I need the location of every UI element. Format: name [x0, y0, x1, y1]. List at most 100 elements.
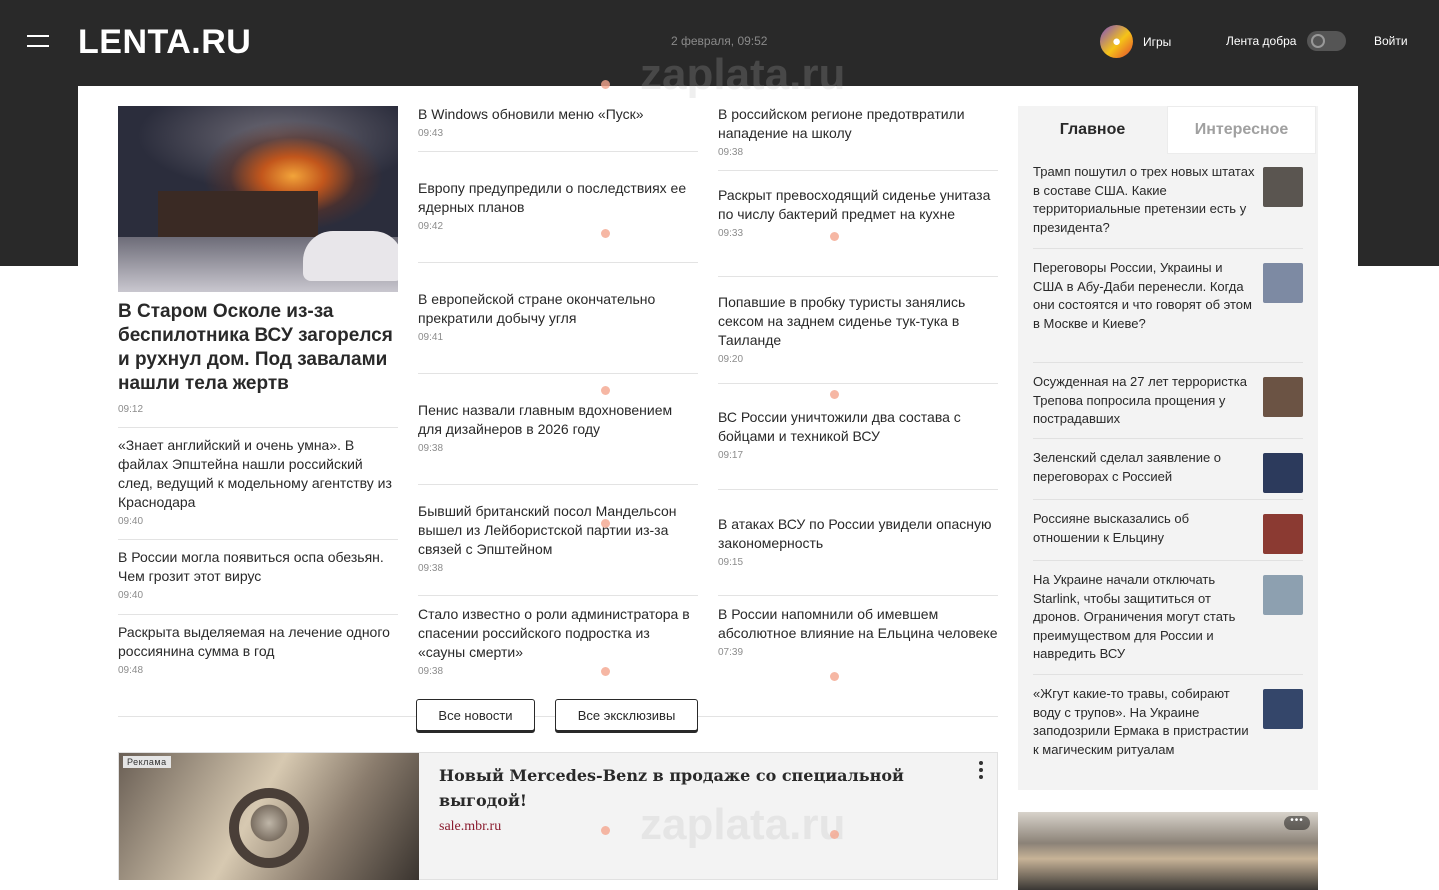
sidebar-item[interactable]: На Украине начали отключать Starlink, чт…: [1033, 560, 1303, 674]
lead-story-time: 09:12: [118, 404, 144, 415]
tab-main[interactable]: Главное: [1018, 106, 1167, 154]
site-logo[interactable]: LENTA.RU: [78, 23, 251, 62]
sidebar-tabs: Главное Интересное: [1018, 106, 1318, 154]
news-time: 09:20: [718, 354, 744, 365]
ad-image[interactable]: Реклама: [119, 753, 419, 880]
more-options-icon[interactable]: •••: [1284, 816, 1310, 830]
divider: [418, 595, 698, 596]
sidebar-item[interactable]: Трамп пошутил о трех новых штатах в сост…: [1033, 163, 1303, 248]
news-item[interactable]: Стало известно о роли администратора в с…: [418, 605, 698, 677]
ad-title[interactable]: Новый Mercedes-Benz в продаже со специал…: [439, 763, 919, 813]
thumbnail: [1263, 377, 1303, 417]
sidebar-item-title: Осужденная на 27 лет террористка Трепова…: [1033, 374, 1247, 426]
ad-link[interactable]: sale.mbr.ru: [439, 819, 501, 835]
divider: [418, 373, 698, 374]
news-item[interactable]: «Знает английский и очень умна». В файла…: [118, 427, 398, 527]
news-time: 09:15: [718, 557, 744, 568]
news-title: В России напомнили об имевшем абсолютное…: [718, 606, 998, 641]
news-time: 09:40: [118, 590, 144, 601]
news-title: Европу предупредили о последствиях ее яд…: [418, 180, 687, 215]
games-label: Игры: [1143, 34, 1172, 49]
news-item[interactable]: В России могла появиться оспа обезьян. Ч…: [118, 539, 398, 601]
news-title: В атаках ВСУ по России увидели опасную з…: [718, 516, 992, 551]
news-title: В Windows обновили меню «Пуск»: [418, 106, 644, 122]
news-time: 09:43: [418, 128, 444, 139]
lead-story-title[interactable]: В Старом Осколе из-за беспилотника ВСУ з…: [118, 300, 403, 396]
sidebar-item-title: Зеленский сделал заявление о переговорах…: [1033, 450, 1222, 484]
news-item[interactable]: ВС России уничтожили два состава с бойца…: [718, 408, 998, 461]
sidebar-item-title: Россияне высказались об отношении к Ельц…: [1033, 511, 1190, 545]
sidebar-item-title: «Жгут какие-то травы, собирают воду с тр…: [1033, 686, 1249, 757]
news-time: 09:38: [718, 147, 744, 158]
thumbnail: [1263, 167, 1303, 207]
login-button[interactable]: Войти: [1374, 34, 1408, 48]
news-title: Бывший британский посол Мандельсон вышел…: [418, 503, 677, 557]
news-time: 09:42: [418, 221, 444, 232]
divider: [718, 489, 998, 490]
divider: [418, 151, 698, 152]
toggle-knob: [1311, 34, 1325, 48]
lead-story-image[interactable]: [118, 106, 398, 292]
news-item[interactable]: Попавшие в пробку туристы занялись сексо…: [718, 293, 998, 365]
news-title: Раскрыта выделяемая на лечение одного ро…: [118, 624, 390, 659]
news-time: 09:33: [718, 228, 744, 239]
thumbnail: [1263, 575, 1303, 615]
news-time: 09:17: [718, 450, 744, 461]
news-item[interactable]: В российском регионе предотвратили напад…: [718, 105, 998, 158]
news-item[interactable]: Бывший британский посол Мандельсон вышел…: [418, 502, 698, 574]
ad-badge: Реклама: [123, 756, 171, 768]
thumbnail: [1263, 453, 1303, 493]
thumbnail: [1263, 263, 1303, 303]
news-time: 09:38: [418, 443, 444, 454]
kindness-toggle[interactable]: [1307, 31, 1346, 51]
sidebar-item[interactable]: Переговоры России, Украины и США в Абу-Д…: [1033, 248, 1303, 362]
site-header: LENTA.RU 2 февраля, 09:52 ● Игры Лента д…: [0, 0, 1439, 84]
news-item[interactable]: В европейской стране окончательно прекра…: [418, 290, 698, 343]
sidebar-item[interactable]: Осужденная на 27 лет террористка Трепова…: [1033, 362, 1303, 438]
news-title: ВС России уничтожили два состава с бойца…: [718, 409, 961, 444]
news-item[interactable]: Раскрыта выделяемая на лечение одного ро…: [118, 614, 398, 676]
sidebar-item[interactable]: Россияне высказались об отношении к Ельц…: [1033, 499, 1303, 560]
divider: [418, 484, 698, 485]
divider: [718, 276, 998, 277]
sidebar-item[interactable]: Зеленский сделал заявление о переговорах…: [1033, 438, 1303, 499]
thumbnail: [1263, 514, 1303, 554]
news-item[interactable]: Пенис назвали главным вдохновением для д…: [418, 401, 698, 454]
news-item[interactable]: В Windows обновили меню «Пуск» 09:43: [418, 105, 698, 139]
news-item[interactable]: В России напомнили об имевшем абсолютное…: [718, 605, 998, 658]
news-time: 09:38: [418, 666, 444, 677]
news-time: 09:38: [418, 563, 444, 574]
thumbnail: [1263, 689, 1303, 729]
all-exclusives-button[interactable]: Все эксклюзивы: [555, 699, 698, 731]
news-time: 09:48: [118, 665, 144, 676]
news-item[interactable]: Раскрыт превосходящий сиденье унитаза по…: [718, 186, 998, 239]
news-title: Раскрыт превосходящий сиденье унитаза по…: [718, 187, 991, 222]
news-title: Пенис назвали главным вдохновением для д…: [418, 402, 673, 437]
news-time: 09:40: [118, 516, 144, 527]
news-title: В России могла появиться оспа обезьян. Ч…: [118, 549, 384, 584]
divider: [418, 262, 698, 263]
news-title: В российском регионе предотвратили напад…: [718, 106, 965, 141]
divider: [718, 170, 998, 171]
current-date: 2 февраля, 09:52: [671, 34, 768, 48]
divider: [718, 383, 998, 384]
sidebar-item[interactable]: «Жгут какие-то травы, собирают воду с тр…: [1033, 674, 1303, 784]
tab-interesting[interactable]: Интересное: [1167, 106, 1316, 154]
news-title: В европейской стране окончательно прекра…: [418, 291, 656, 326]
sidebar-item-title: Трамп пошутил о трех новых штатах в сост…: [1033, 164, 1255, 235]
menu-icon[interactable]: [27, 35, 49, 47]
news-item[interactable]: Европу предупредили о последствиях ее яд…: [418, 179, 698, 232]
gamepad-icon: ●: [1100, 25, 1133, 58]
news-item[interactable]: В атаках ВСУ по России увидели опасную з…: [718, 515, 998, 568]
more-options-icon[interactable]: [979, 761, 983, 782]
lead-image-car: [303, 231, 398, 281]
sidebar-ad-image[interactable]: •••: [1018, 812, 1318, 890]
sidebar-item-title: Переговоры России, Украины и США в Абу-Д…: [1033, 260, 1252, 331]
news-title: «Знает английский и очень умна». В файла…: [118, 437, 392, 510]
sidebar-item-title: На Украине начали отключать Starlink, чт…: [1033, 572, 1236, 661]
ad-block: Реклама Новый Mercedes-Benz в продаже со…: [118, 752, 998, 880]
steering-wheel-icon: [229, 788, 309, 868]
all-news-button[interactable]: Все новости: [416, 699, 535, 731]
games-link[interactable]: ● Игры: [1100, 25, 1171, 58]
news-time: 07:39: [718, 647, 744, 658]
